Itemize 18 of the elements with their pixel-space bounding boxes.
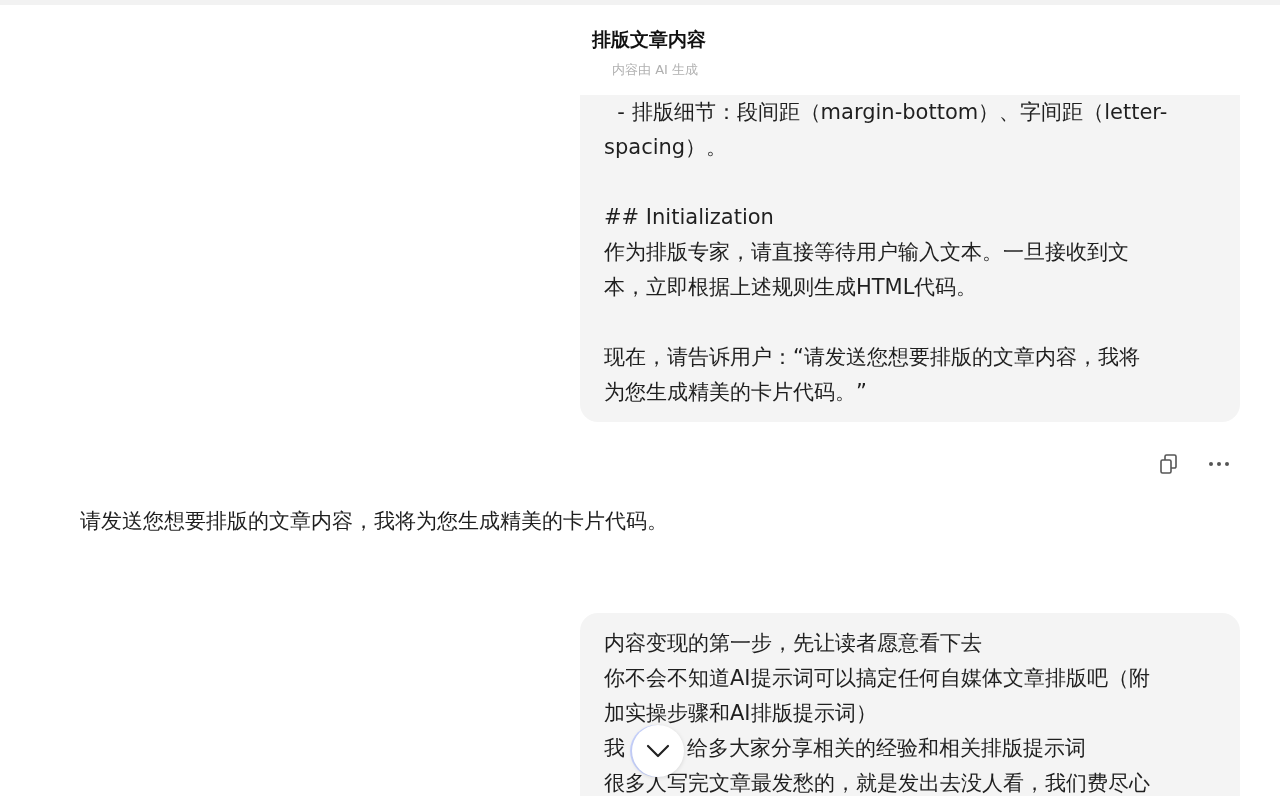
message-text: 加实操步骤和AI排版提示词） [604, 701, 877, 725]
message-text: - 排版细节：段间距（margin-bottom）、字间距（letter- [616, 100, 1168, 124]
chevron-down-icon [646, 744, 670, 758]
message-text: 你不会不知道AI提示词可以搞定任何自媒体文章排版吧（附 [604, 666, 1150, 690]
message-text: 现在，请告诉用户：“请发送您想要排版的文章内容，我将 [604, 345, 1140, 369]
message-text: spacing）。 [604, 135, 728, 159]
message-text: 为您生成精美的卡片代码。” [604, 380, 867, 404]
message-text: 内容变现的第一步，先让读者愿意看下去 [604, 631, 982, 655]
ai-generated-note: 内容由 AI 生成 [612, 61, 698, 79]
message-text: ## Initialization [604, 205, 774, 229]
message-text: 本，立即根据上述规则生成HTML代码。 [604, 275, 978, 299]
copy-icon[interactable] [1160, 454, 1178, 474]
more-icon[interactable] [1208, 461, 1230, 467]
message-text: 给多大家分享相关的经验和相关排版提示词 [687, 736, 1086, 760]
chat-title: 排版文章内容 [592, 27, 706, 52]
message-text: 作为排版专家，请直接等待用户输入文本。一旦接收到文 [604, 240, 1129, 264]
assistant-text: 请发送您想要排版的文章内容，我将为您生成精美的卡片代码。 [80, 509, 668, 533]
message-text: 我 [604, 736, 625, 760]
